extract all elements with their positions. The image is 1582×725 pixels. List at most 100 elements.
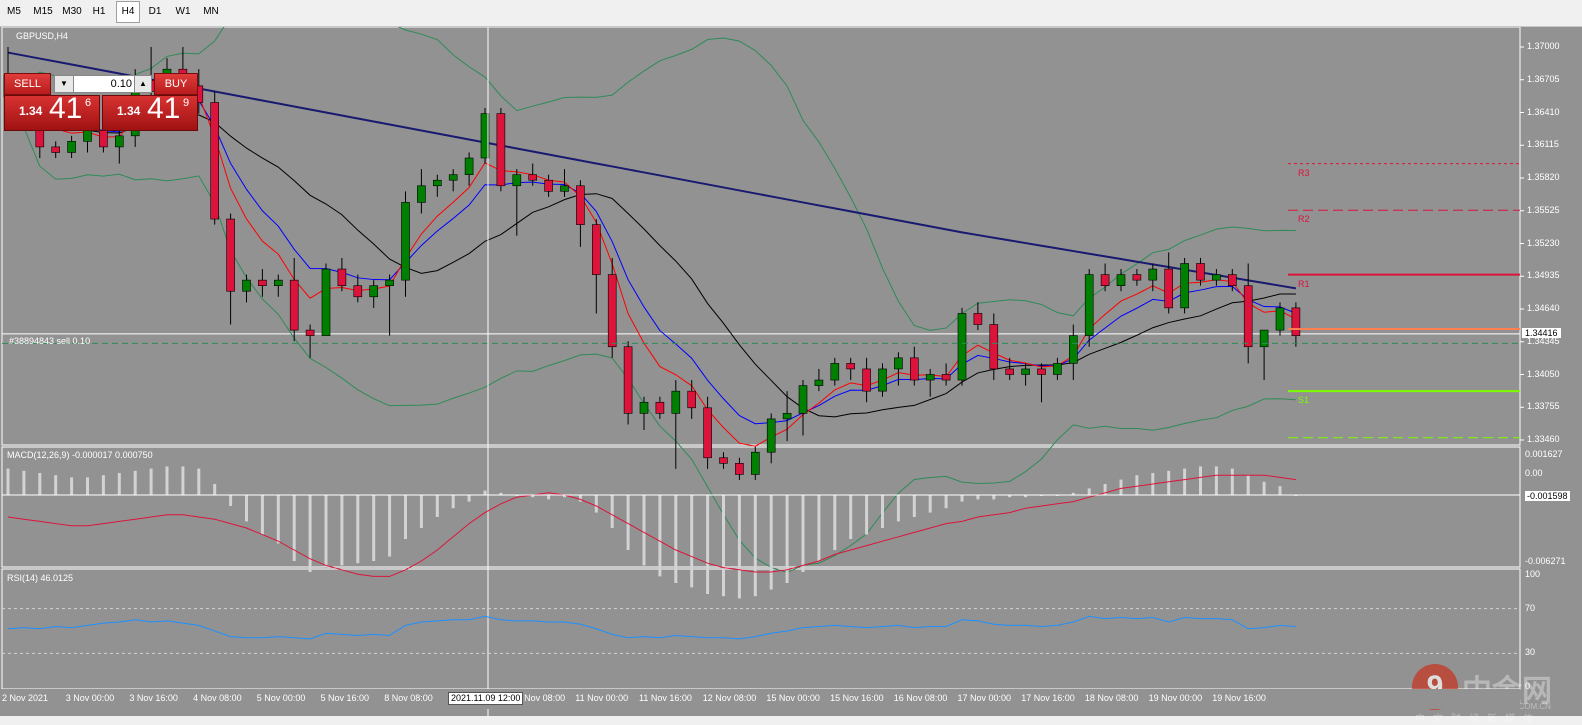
macd-bar bbox=[388, 495, 392, 557]
price-axis-label: 1.35525 bbox=[1527, 204, 1560, 215]
macd-bar bbox=[6, 468, 10, 495]
macd-bar bbox=[340, 495, 344, 566]
candle-body bbox=[766, 418, 776, 453]
lot-size-input[interactable]: 0.10 bbox=[73, 75, 135, 93]
time-axis-label: 3 Nov 00:00 bbox=[65, 693, 115, 703]
time-axis-label: 3 Nov 16:00 bbox=[129, 693, 178, 703]
candle-body bbox=[735, 463, 744, 475]
candle-body bbox=[639, 401, 649, 414]
candle-body bbox=[1196, 263, 1205, 281]
candle-body bbox=[1053, 363, 1062, 375]
buy-price-big: 1.34 bbox=[117, 104, 141, 118]
macd-bar bbox=[674, 495, 678, 583]
candle-body bbox=[814, 379, 824, 386]
macd-bar bbox=[133, 470, 137, 495]
time-axis-label: 18 Nov 08:00 bbox=[1084, 693, 1139, 703]
chart-canvas[interactable] bbox=[0, 27, 1582, 716]
candle-body bbox=[528, 174, 538, 181]
time-axis-label: 15 Nov 16:00 bbox=[830, 693, 884, 703]
macd-bar bbox=[149, 468, 153, 495]
price-axis-label: 1.35230 bbox=[1527, 237, 1560, 248]
candle-body bbox=[862, 368, 871, 392]
timeframe-w1[interactable]: W1 bbox=[172, 2, 194, 22]
candle-body bbox=[607, 274, 617, 348]
candle-body bbox=[894, 357, 903, 370]
macd-bar bbox=[54, 475, 58, 495]
chart-window[interactable]: GBPUSD,H4 #38894843 sell 0.10 MACD(12,26… bbox=[0, 27, 1582, 725]
pivot-label: R2 bbox=[1298, 214, 1310, 225]
candle-body bbox=[1100, 274, 1110, 286]
macd-bar bbox=[483, 490, 487, 495]
time-axis-label: 5 Nov 16:00 bbox=[320, 693, 370, 703]
macd-bar bbox=[70, 477, 74, 495]
timeframe-h4[interactable]: H4 bbox=[116, 1, 140, 23]
timeframe-h1[interactable]: H1 bbox=[88, 2, 110, 22]
candle-body bbox=[719, 457, 728, 464]
pivot-label: R3 bbox=[1298, 167, 1310, 178]
macd-bar bbox=[1183, 468, 1187, 495]
candle-body bbox=[1243, 285, 1253, 348]
time-axis-label: 16 Nov 08:00 bbox=[893, 693, 948, 703]
price-axis-label: 1.34050 bbox=[1527, 368, 1560, 379]
candle-body bbox=[369, 285, 379, 298]
macd-bar bbox=[769, 495, 773, 590]
buy-price-box[interactable]: 1.34 41 9 bbox=[102, 92, 198, 131]
one-click-trading-panel: SELL ▼ 0.10 ▲ BUY 1.34 41 6 1.34 41 9 bbox=[4, 73, 198, 131]
timeframe-m5[interactable]: M5 bbox=[2, 2, 26, 22]
macd-bar bbox=[1119, 479, 1123, 495]
macd-axis-label: 0.00 bbox=[1525, 468, 1543, 478]
price-axis-label: 1.36115 bbox=[1527, 139, 1559, 150]
macd-bar bbox=[1135, 475, 1139, 495]
timeframe-toolbar: M5 M15 M30 H1 H4 D1 W1 MN bbox=[0, 0, 1582, 27]
candle-body bbox=[448, 174, 458, 181]
price-axis-label: 1.36705 bbox=[1527, 73, 1560, 84]
candle-body bbox=[496, 113, 506, 187]
candle-body bbox=[305, 329, 315, 336]
time-axis-label: 5 Nov 00:00 bbox=[256, 693, 306, 703]
candle-body bbox=[687, 390, 697, 409]
lot-increase-button[interactable]: ▲ bbox=[134, 75, 152, 93]
macd-bar bbox=[1230, 468, 1234, 495]
macd-bar bbox=[38, 473, 42, 495]
candle-body bbox=[1275, 307, 1285, 331]
candle-body bbox=[1116, 274, 1126, 286]
watermark-subtitle: 中文财经新媒体 bbox=[1415, 714, 1541, 725]
macd-pane-border bbox=[1, 446, 1521, 568]
macd-bar bbox=[578, 495, 582, 502]
time-axis-label: 19 Nov 16:00 bbox=[1212, 693, 1266, 703]
lot-decrease-button[interactable]: ▼ bbox=[54, 75, 74, 93]
candle-body bbox=[1228, 274, 1237, 286]
sell-button[interactable]: SELL bbox=[4, 73, 51, 95]
order-label: #38894843 sell 0.10 bbox=[9, 336, 91, 346]
candle-body bbox=[83, 129, 92, 142]
pivot-label: S1 bbox=[1298, 395, 1310, 406]
candle-body bbox=[830, 363, 840, 381]
timeframe-mn[interactable]: MN bbox=[200, 2, 222, 22]
timeframe-m15[interactable]: M15 bbox=[30, 2, 56, 22]
candle-body bbox=[750, 451, 760, 475]
macd-bar bbox=[356, 495, 360, 564]
ma-fast-red-line bbox=[7, 91, 1297, 447]
candle-body bbox=[512, 174, 522, 187]
price-axis-label: 1.34640 bbox=[1527, 303, 1560, 313]
candle-body bbox=[989, 324, 999, 370]
candle-body bbox=[798, 385, 808, 414]
macd-bar bbox=[817, 495, 821, 561]
candle-body bbox=[353, 285, 363, 298]
candle-body bbox=[432, 179, 442, 187]
timeframe-d1[interactable]: D1 bbox=[144, 2, 166, 22]
sell-price-big: 1.34 bbox=[19, 104, 43, 118]
sell-price-box[interactable]: 1.34 41 6 bbox=[4, 92, 100, 131]
macd-bar bbox=[928, 495, 932, 513]
candle-body bbox=[51, 146, 61, 153]
price-axis-label: 1.35820 bbox=[1527, 172, 1560, 182]
candle-body bbox=[623, 346, 633, 414]
macd-bar bbox=[213, 484, 217, 495]
candle-body bbox=[1259, 329, 1269, 348]
macd-bar bbox=[22, 470, 26, 495]
time-axis-label: 15 Nov 00:00 bbox=[766, 693, 820, 703]
macd-bar bbox=[706, 495, 710, 594]
candle-body bbox=[973, 313, 983, 325]
macd-bar bbox=[690, 495, 694, 588]
timeframe-m30[interactable]: M30 bbox=[60, 2, 84, 22]
